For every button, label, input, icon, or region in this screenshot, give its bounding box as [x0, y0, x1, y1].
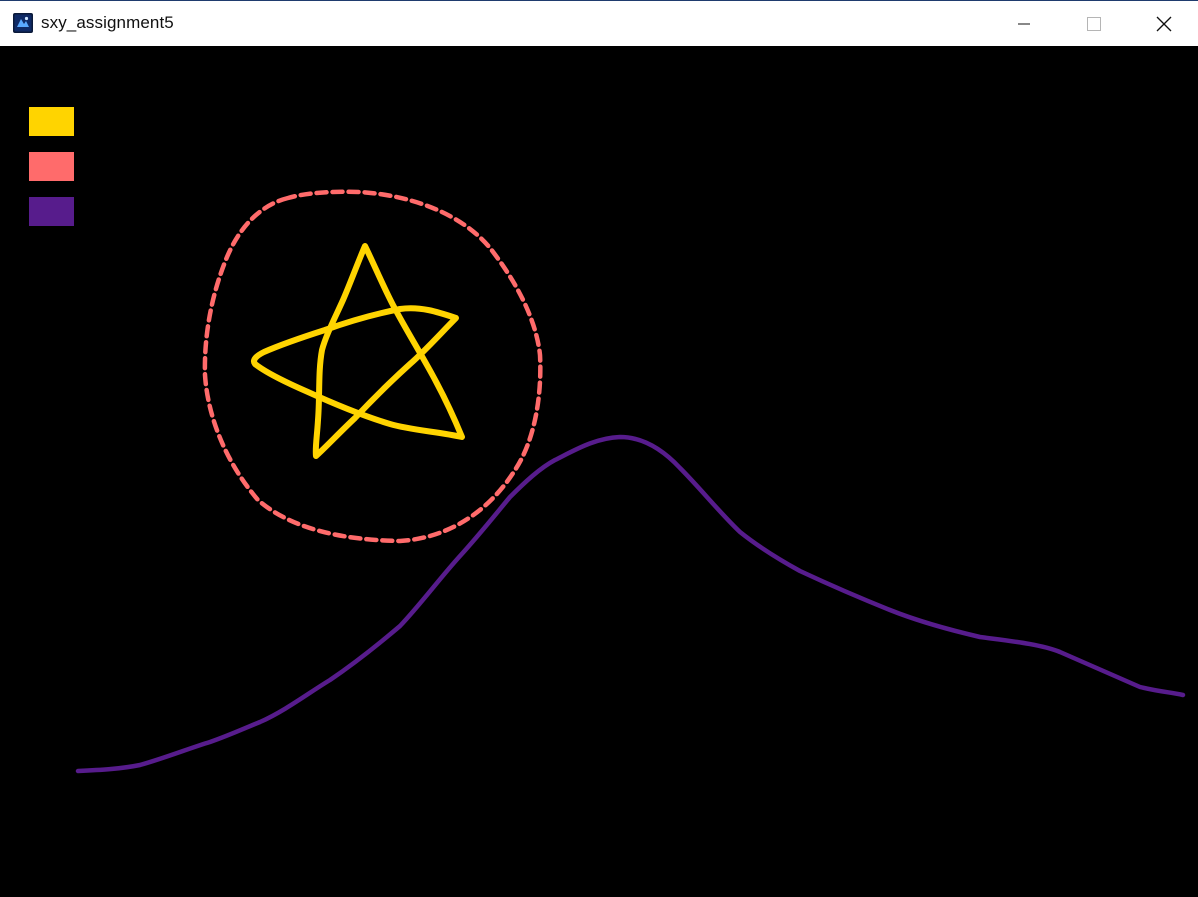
- close-icon: [1156, 16, 1172, 32]
- title-bar[interactable]: sxy_assignment5: [0, 0, 1198, 46]
- window-title: sxy_assignment5: [41, 13, 174, 32]
- app-window: sxy_assignment5: [0, 0, 1198, 897]
- maximize-icon: [1087, 17, 1101, 31]
- color-swatch-yellow[interactable]: [29, 107, 74, 136]
- star-stroke: [251, 243, 465, 459]
- app-icon: [13, 13, 33, 33]
- color-swatch-purple[interactable]: [29, 197, 74, 226]
- minimize-icon: [1018, 23, 1030, 25]
- close-button[interactable]: [1141, 1, 1187, 47]
- maximize-button[interactable]: [1071, 1, 1117, 47]
- drawing-canvas[interactable]: [0, 46, 1198, 897]
- minimize-button[interactable]: [1001, 1, 1047, 47]
- mountain-curve-stroke: [75, 434, 1186, 774]
- drawing-surface[interactable]: [0, 46, 1198, 897]
- color-swatch-coral[interactable]: [29, 152, 74, 181]
